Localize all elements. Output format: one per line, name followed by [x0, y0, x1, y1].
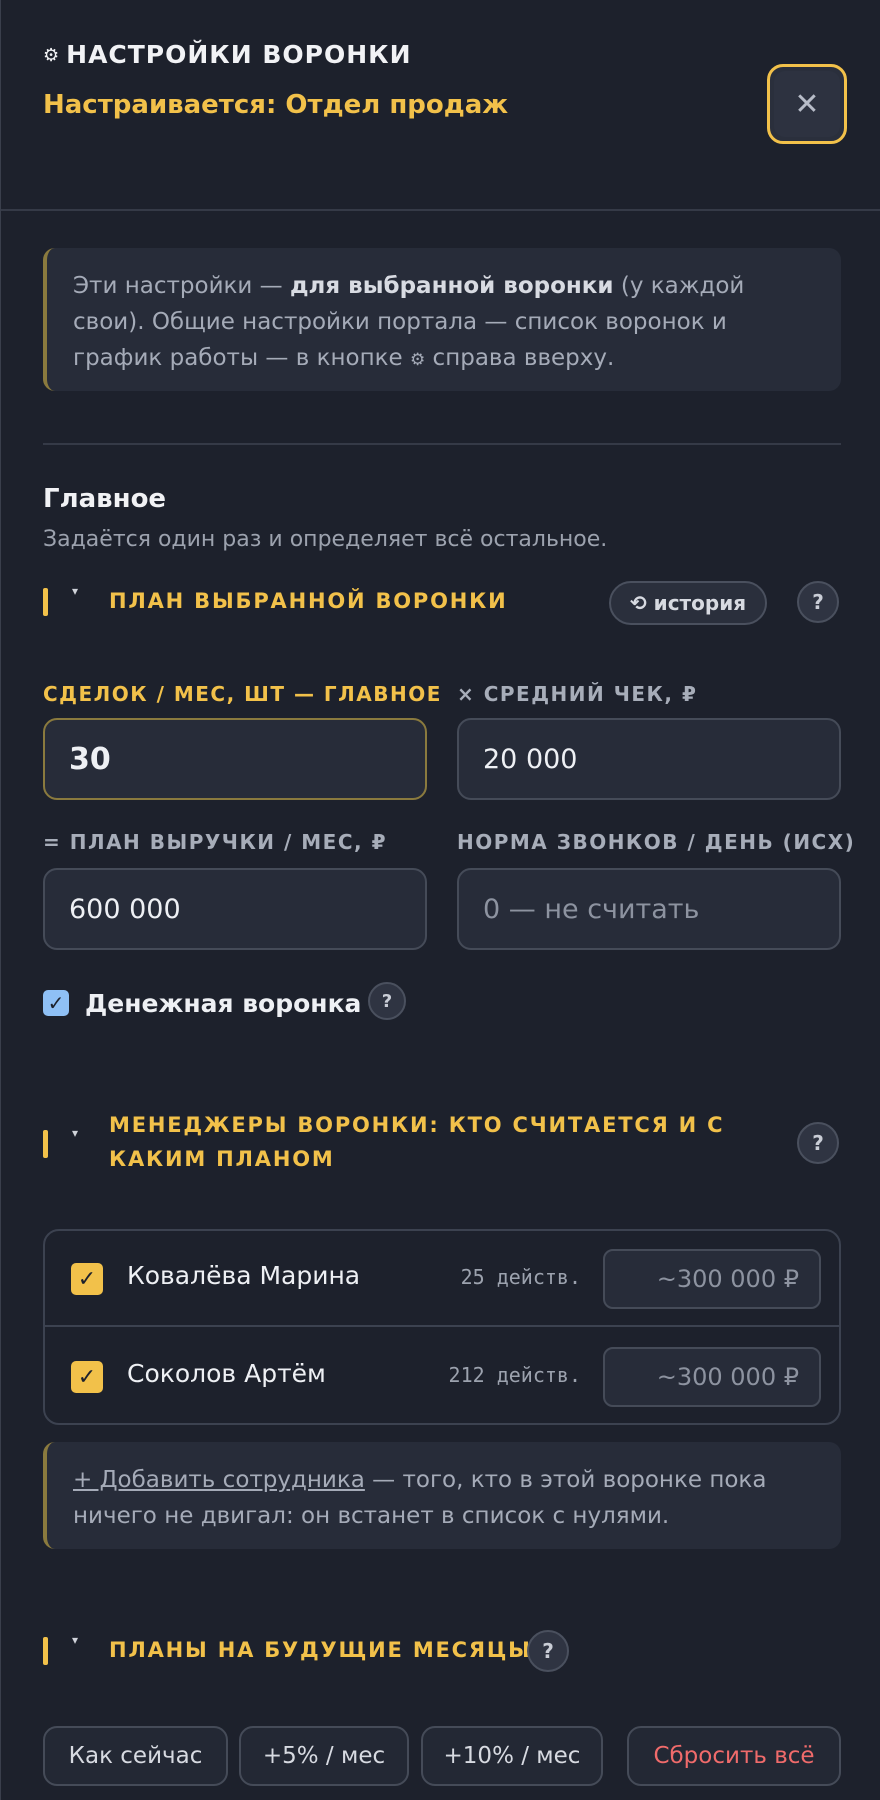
- close-icon: ✕: [774, 71, 840, 137]
- manager-name: Ковалёва Марина: [127, 1261, 361, 1290]
- panel-title-text: НАСТРОЙКИ ВОРОНКИ: [66, 40, 412, 69]
- avg-check-label: × СРЕДНИЙ ЧЕК, ₽: [457, 682, 698, 706]
- as-now-button[interactable]: Как сейчас: [43, 1726, 228, 1786]
- plus-10-percent-button[interactable]: +10% / мес: [421, 1726, 603, 1786]
- deals-label: СДЕЛОК / МЕС, ШТ — ГЛАВНОЕ: [43, 682, 442, 706]
- chevron-down-icon[interactable]: ▾: [72, 1126, 78, 1140]
- gear-icon: ⚙: [43, 45, 61, 66]
- section-title: Главное: [43, 484, 167, 514]
- managers-group-label-line1: МЕНЕДЖЕРЫ ВОРОНКИ: КТО СЧИТАЕТСЯ И С: [109, 1113, 725, 1137]
- reset-all-button[interactable]: Сбросить всё: [627, 1726, 841, 1786]
- info-note: Эти настройки — для выбранной воронки (у…: [43, 248, 841, 391]
- avg-check-input[interactable]: 20 000: [457, 718, 841, 800]
- section-description: Задаётся один раз и определяет всё остал…: [43, 527, 608, 552]
- plus-5-percent-button[interactable]: +5% / мес: [239, 1726, 409, 1786]
- chevron-down-icon[interactable]: ▾: [72, 584, 78, 598]
- manager-checkbox[interactable]: ✓: [71, 1263, 103, 1295]
- add-employee-note: + Добавить сотрудника — того, кто в этой…: [43, 1442, 841, 1549]
- info-note-text-3: справа вверху.: [425, 345, 615, 371]
- manager-checkbox[interactable]: ✓: [71, 1361, 103, 1393]
- help-icon[interactable]: ?: [368, 982, 406, 1020]
- help-icon[interactable]: ?: [527, 1630, 569, 1672]
- group-accent-bar: [43, 588, 48, 616]
- calls-input[interactable]: 0 — не считать: [457, 868, 841, 950]
- managers-list: ✓ Ковалёва Марина 25 действ. ~300 000 ₽ …: [43, 1229, 841, 1425]
- manager-actions-count: 25 действ.: [460, 1265, 581, 1289]
- manager-actions-count: 212 действ.: [448, 1363, 581, 1387]
- close-button[interactable]: ✕: [767, 64, 847, 144]
- managers-group-label-line2: КАКИМ ПЛАНОМ: [109, 1147, 335, 1171]
- add-employee-link[interactable]: + Добавить сотрудника: [73, 1467, 365, 1493]
- funnel-settings-panel: ⚙ НАСТРОЙКИ ВОРОНКИ Настраивается: Отдел …: [0, 0, 880, 1800]
- panel-header: ⚙ НАСТРОЙКИ ВОРОНКИ Настраивается: Отдел …: [1, 0, 880, 211]
- managers-group-label: МЕНЕДЖЕРЫ ВОРОНКИ: КТО СЧИТАЕТСЯ И С КАК…: [109, 1108, 724, 1176]
- panel-title: ⚙ НАСТРОЙКИ ВОРОНКИ: [43, 40, 412, 69]
- managers-group-header[interactable]: ▾ МЕНЕДЖЕРЫ ВОРОНКИ: КТО СЧИТАЕТСЯ И С К…: [43, 1108, 841, 1178]
- history-button[interactable]: ⟲ история: [609, 581, 767, 625]
- info-note-bold: для выбранной воронки: [289, 273, 614, 299]
- deals-input[interactable]: 30: [43, 718, 427, 800]
- manager-name: Соколов Артём: [127, 1359, 326, 1388]
- money-funnel-row: ✓ Денежная воронка: [43, 986, 361, 1020]
- manager-plan-input[interactable]: ~300 000 ₽: [603, 1347, 821, 1407]
- revenue-input[interactable]: 600 000: [43, 868, 427, 950]
- chevron-down-icon[interactable]: ▾: [72, 1633, 78, 1647]
- calls-label: НОРМА ЗВОНКОВ / ДЕНЬ (ИСХ): [457, 830, 856, 854]
- future-plans-group-header[interactable]: ▾ ПЛАНЫ НА БУДУЩИЕ МЕСЯЦЫ: [43, 1633, 841, 1675]
- manager-plan-input[interactable]: ~300 000 ₽: [603, 1249, 821, 1309]
- gear-icon: ⚙: [409, 350, 426, 370]
- panel-subtitle: Настраивается: Отдел продаж: [43, 90, 509, 120]
- divider: [43, 443, 841, 445]
- help-icon[interactable]: ?: [797, 581, 839, 623]
- help-icon[interactable]: ?: [797, 1122, 839, 1164]
- money-funnel-checkbox[interactable]: ✓: [43, 990, 69, 1016]
- info-note-text-1: Эти настройки —: [73, 273, 290, 299]
- plan-group-label: ПЛАН ВЫБРАННОЙ ВОРОНКИ: [109, 589, 508, 613]
- manager-row: ✓ Ковалёва Марина 25 действ. ~300 000 ₽: [45, 1231, 839, 1327]
- group-accent-bar: [43, 1637, 48, 1665]
- money-funnel-label[interactable]: Денежная воронка: [85, 989, 361, 1018]
- manager-row: ✓ Соколов Артём 212 действ. ~300 000 ₽: [45, 1329, 839, 1425]
- revenue-label: = ПЛАН ВЫРУЧКИ / МЕС, ₽: [43, 830, 387, 854]
- future-plans-label: ПЛАНЫ НА БУДУЩИЕ МЕСЯЦЫ: [109, 1638, 532, 1662]
- group-accent-bar: [43, 1130, 48, 1158]
